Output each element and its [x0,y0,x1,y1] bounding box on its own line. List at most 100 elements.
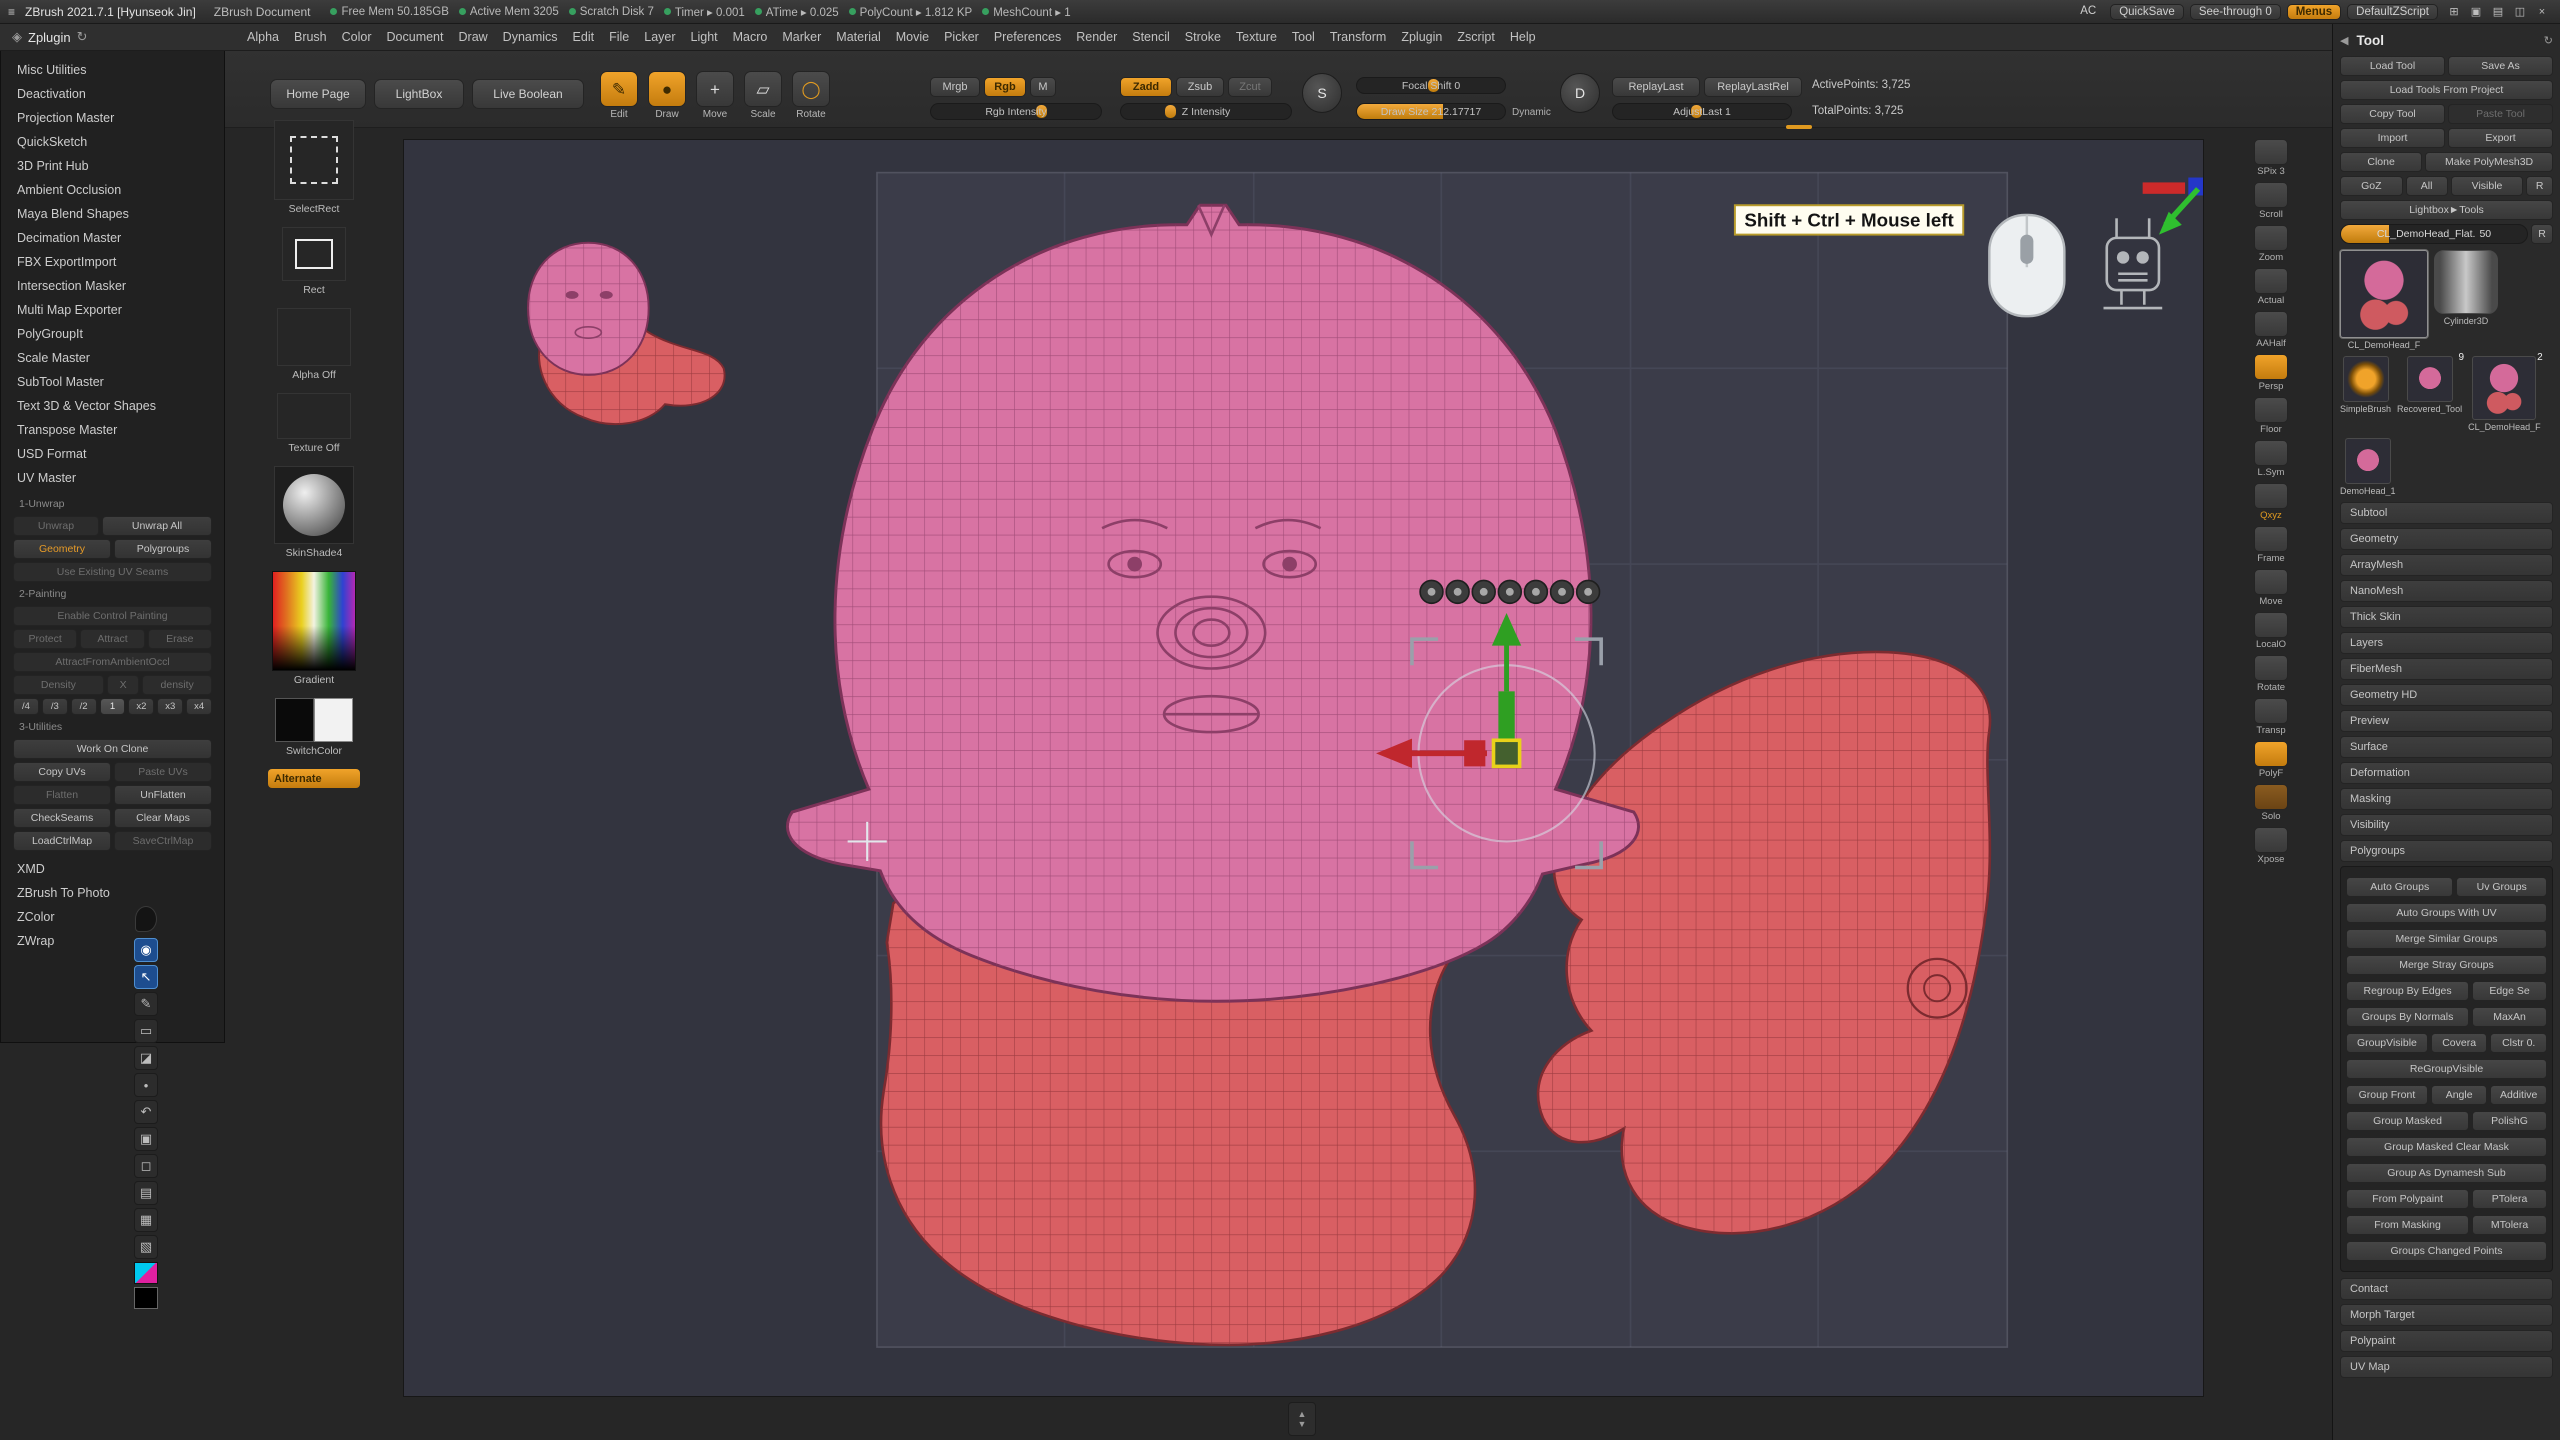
strip-tool-icon[interactable]: ◉ [134,938,158,962]
menu-item[interactable]: Edit [573,30,595,44]
tool-action-button[interactable]: Clone [2340,152,2422,172]
attract-from-ao-button[interactable]: AttractFromAmbientOccl [13,652,212,672]
tool-action-button[interactable]: Copy Tool [2340,104,2445,124]
menu-item[interactable]: Layer [644,30,675,44]
density-multiplier-button[interactable]: /4 [13,698,39,715]
zplugin-section[interactable]: XMD [1,858,224,882]
titlebar-button[interactable]: See-through 0 [2190,4,2281,20]
mrgb-button[interactable]: Mrgb [930,77,980,97]
attract-button[interactable]: Attract [80,629,144,649]
gizmo-red-block[interactable] [1464,740,1485,766]
unwrap-all-button[interactable]: Unwrap All [102,516,212,536]
right-shelf-button[interactable]: Floor [2249,397,2293,435]
tool-action-button[interactable]: GoZ [2340,176,2403,196]
right-shelf-button[interactable]: Qxyz [2249,483,2293,521]
right-shelf-button[interactable]: L.Sym [2249,440,2293,478]
polygroups-button[interactable]: PolishG [2472,1111,2547,1131]
mode-tile[interactable]: ▱ Scale [744,71,782,120]
polygroups-button[interactable]: Merge Stray Groups [2346,955,2547,975]
tool-action-button[interactable]: R [2526,176,2553,196]
erase-button[interactable]: Erase [148,629,212,649]
switch-color-control[interactable] [275,698,353,742]
enable-control-painting-button[interactable]: Enable Control Painting [13,606,212,626]
menu-item[interactable]: Marker [782,30,821,44]
strip-tool-icon[interactable]: ↖ [134,965,158,989]
tool-section-bar[interactable]: Morph Target [2340,1304,2553,1326]
polygroups-button[interactable]: Regroup By Edges [2346,981,2469,1001]
tool-action-button[interactable]: Lightbox►Tools [2340,200,2553,220]
tool-section-bar[interactable]: UV Map [2340,1356,2553,1378]
dynamic-mode-icon[interactable]: D [1560,73,1600,113]
right-shelf-button[interactable]: SPix 3 [2249,139,2293,177]
texture-selector-button[interactable] [277,393,351,439]
tool-action-button[interactable]: Visible [2451,176,2524,196]
zplugin-section[interactable]: PolyGroupIt [1,323,224,347]
strip-tool-icon[interactable]: • [134,1073,158,1097]
geometry-toggle[interactable]: Geometry [13,539,111,559]
right-shelf-button[interactable]: Zoom [2249,225,2293,263]
replay-last-rel-button[interactable]: ReplayLastRel [1704,77,1802,97]
menu-item[interactable]: Stroke [1185,30,1221,44]
paste-uvs-button[interactable]: Paste UVs [114,762,212,782]
stroke-rect-button[interactable] [282,227,346,281]
tool-thumbnail[interactable]: Cylinder3D [2434,250,2498,326]
right-shelf-button[interactable]: Scroll [2249,182,2293,220]
color-swatch-black[interactable] [134,1287,158,1309]
tool-section-bar[interactable]: Layers [2340,632,2553,654]
titlebar-button[interactable]: DefaultZScript [2347,4,2438,20]
polygroups-button[interactable]: MTolera [2472,1215,2547,1235]
menu-item[interactable]: Help [1510,30,1536,44]
menu-item[interactable]: Alpha [247,30,279,44]
zplugin-section[interactable]: ZBrush To Photo [1,882,224,906]
polygroups-button[interactable]: Edge Se [2472,981,2547,1001]
m-button[interactable]: M [1030,77,1056,97]
tool-section-bar[interactable]: Geometry [2340,528,2553,550]
tool-action-button[interactable]: All [2406,176,2448,196]
tool-section-bar[interactable]: Surface [2340,736,2553,758]
polygroups-button[interactable]: Clstr 0. [2490,1033,2547,1053]
tool-thumbnail[interactable]: DemoHead_1 [2340,438,2396,496]
window-control-icon[interactable]: ▣ [2466,4,2486,20]
strip-tool-icon[interactable]: ▦ [134,1208,158,1232]
selectrect-brush-button[interactable] [274,120,354,200]
right-shelf-button[interactable]: Xpose [2249,827,2293,865]
density-x-button[interactable]: X [107,675,140,695]
zplugin-section[interactable]: Intersection Masker [1,275,224,299]
color-swatch-cyan-magenta[interactable] [134,1262,158,1284]
stroke-icon[interactable]: S [1302,73,1342,113]
right-shelf-button[interactable]: Frame [2249,526,2293,564]
polygroups-button[interactable]: Covera [2431,1033,2488,1053]
strip-tool-icon[interactable]: ↶ [134,1100,158,1124]
menu-item[interactable]: Draw [459,30,488,44]
zsub-button[interactable]: Zsub [1176,77,1224,97]
menu-item[interactable]: Brush [294,30,327,44]
polygroups-button[interactable]: ReGroupVisible [2346,1059,2547,1079]
tool-thumbnail[interactable]: CL_DemoHead_F [2340,250,2428,350]
menu-item[interactable]: File [609,30,629,44]
polygroups-button[interactable]: Merge Similar Groups [2346,929,2547,949]
right-shelf-button[interactable]: Actual [2249,268,2293,306]
zplugin-section-uv-master[interactable]: UV Master [1,467,224,491]
canvas-scroll-widget[interactable]: ▲▼ [1288,1402,1316,1436]
density-multiplier-button[interactable]: x4 [186,698,212,715]
zplugin-section[interactable]: QuickSketch [1,131,224,155]
zplugin-section[interactable]: SubTool Master [1,371,224,395]
tool-section-bar[interactable]: ArrayMesh [2340,554,2553,576]
menu-item[interactable]: Material [836,30,880,44]
flatten-button[interactable]: Flatten [13,785,111,805]
polygroups-toggle[interactable]: Polygroups [114,539,212,559]
tool-thumbnail[interactable]: 9 Recovered_Tool [2397,356,2462,414]
polygroups-button[interactable]: Auto Groups With UV [2346,903,2547,923]
tool-action-button[interactable]: Paste Tool [2448,104,2553,124]
zplugin-section[interactable]: Scale Master [1,347,224,371]
material-selector-button[interactable] [274,466,354,544]
zplugin-section[interactable]: Misc Utilities [1,59,224,83]
live-boolean-button[interactable]: Live Boolean [472,79,584,109]
lightbox-button[interactable]: LightBox [374,79,464,109]
tool-action-button[interactable]: Export [2448,128,2553,148]
menu-item[interactable]: Macro [733,30,768,44]
zplugin-section[interactable]: Maya Blend Shapes [1,203,224,227]
density-value[interactable]: density [142,675,212,695]
polygroups-button[interactable]: Group Masked Clear Mask [2346,1137,2547,1157]
strip-tool-icon[interactable]: ✎ [134,992,158,1016]
